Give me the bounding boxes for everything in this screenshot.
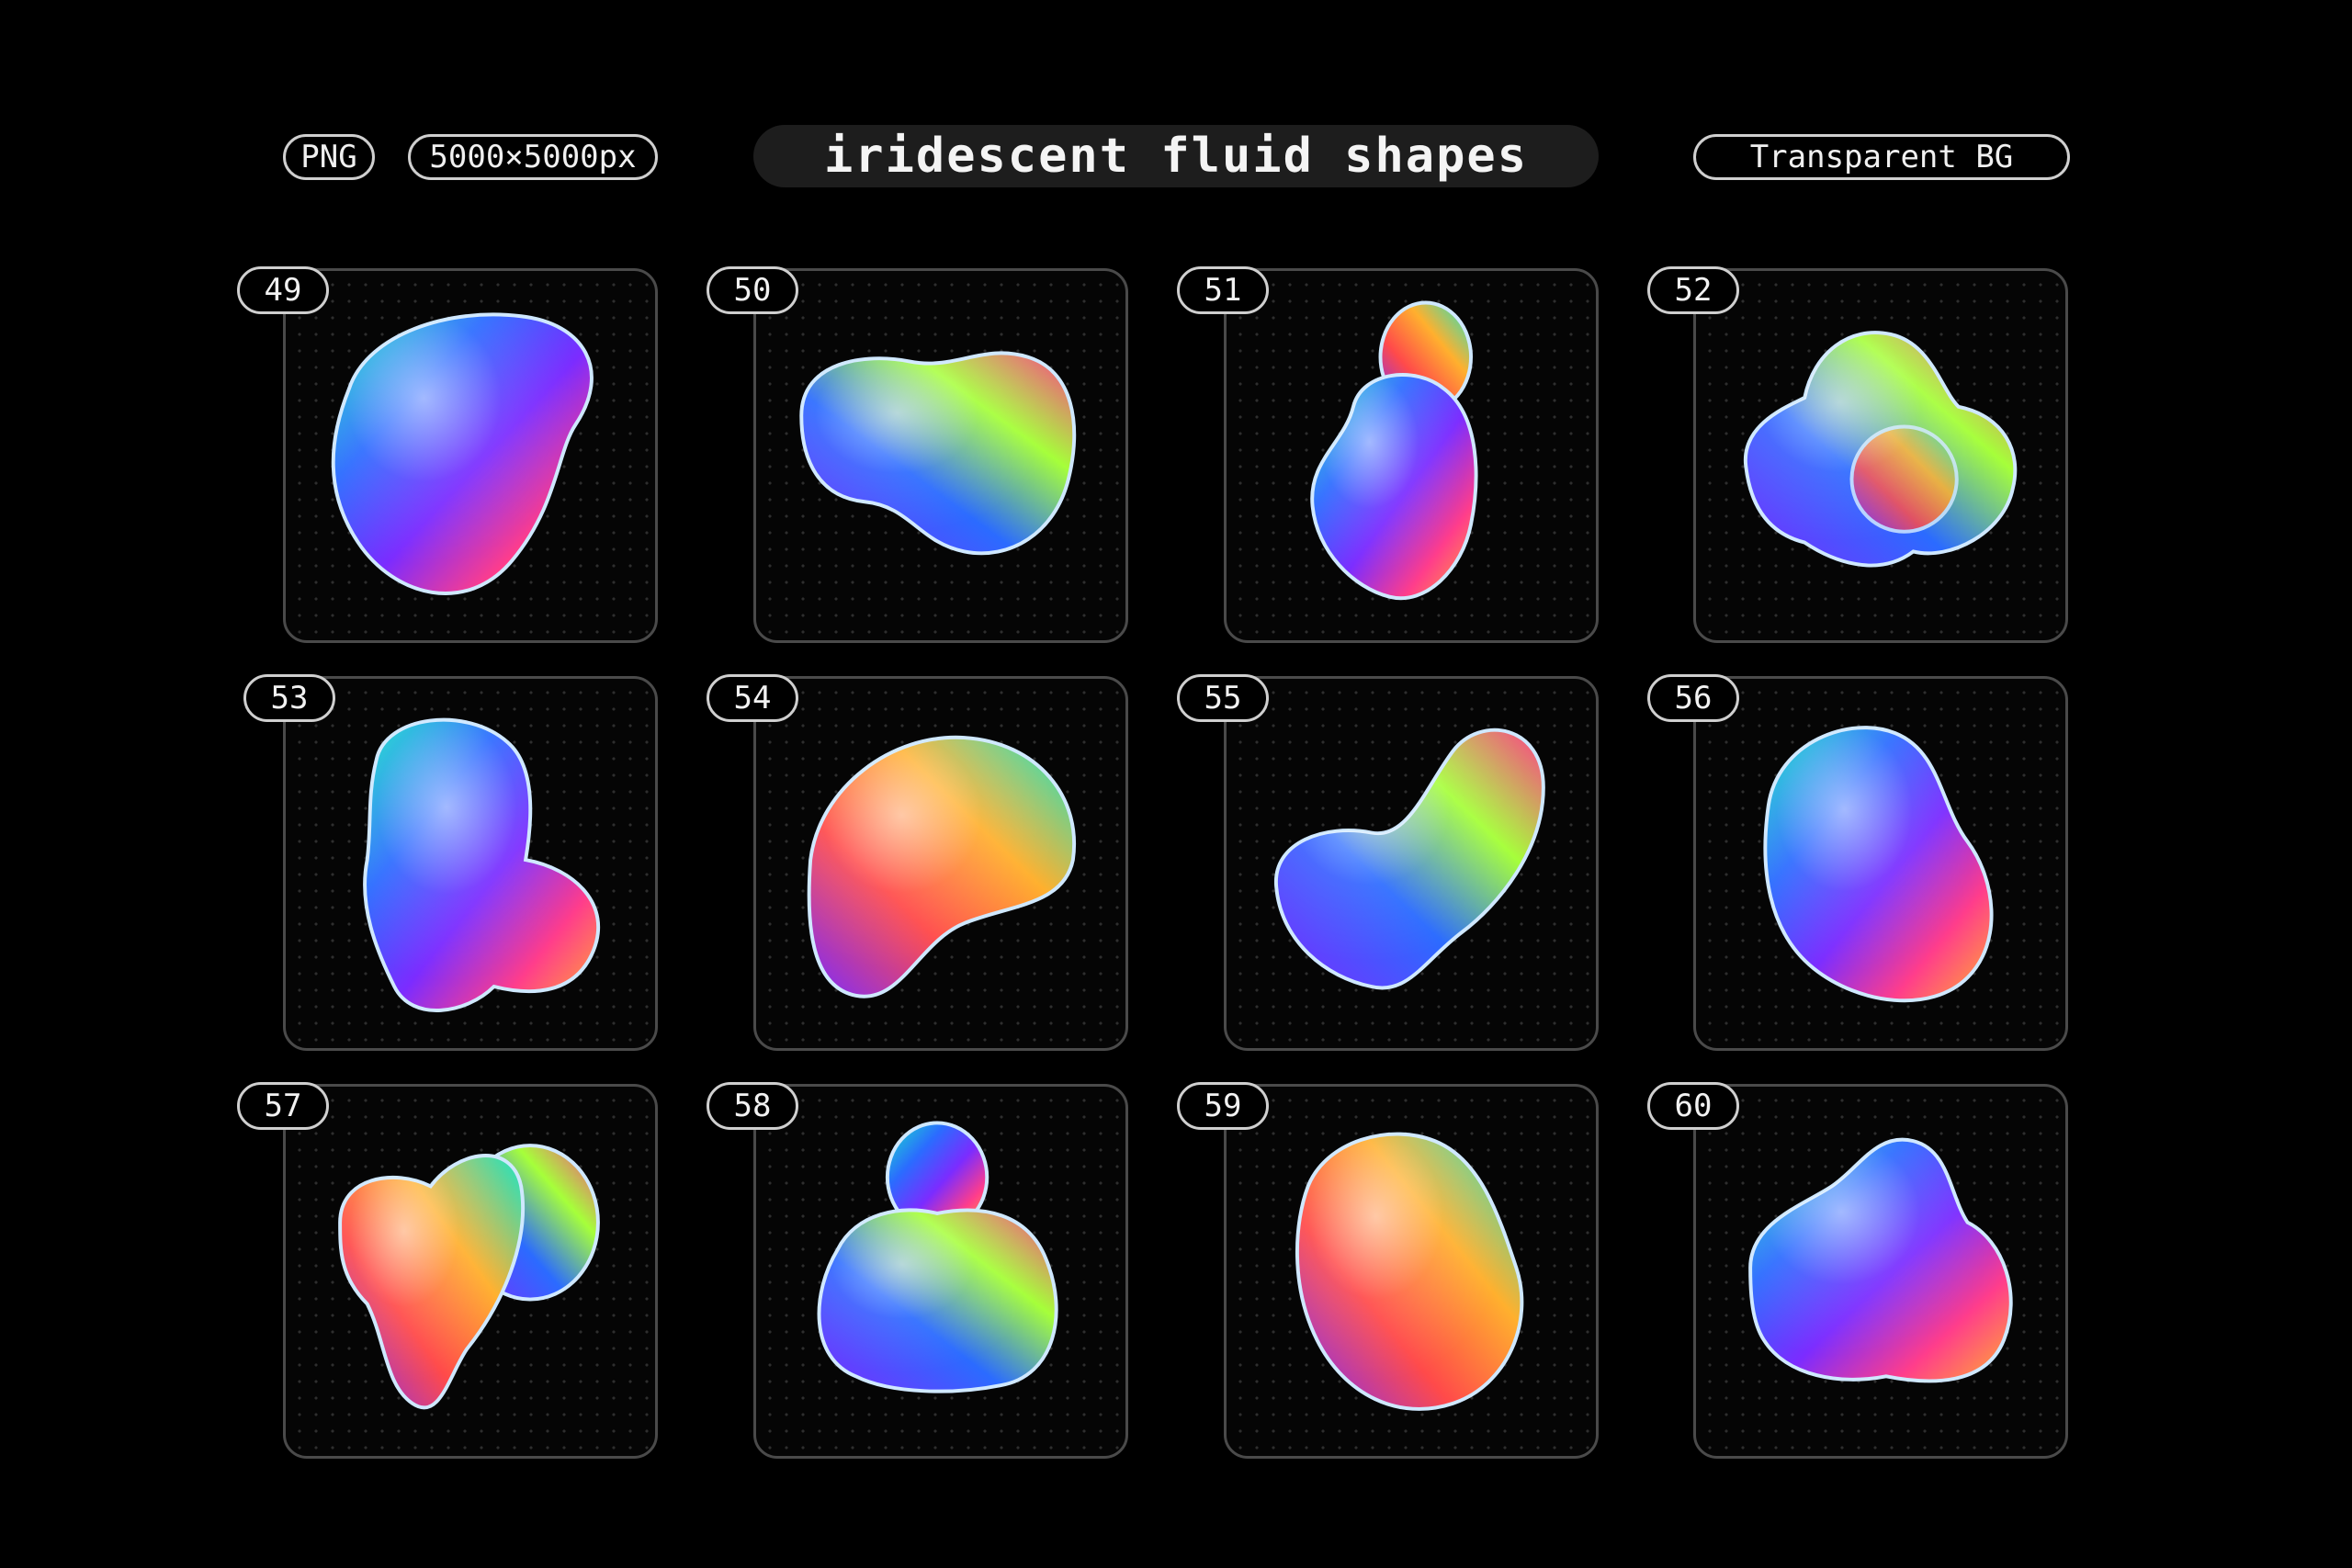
shape-number-badge: 49 xyxy=(237,266,329,314)
iridescent-blob-shape xyxy=(1763,726,1994,1003)
shape-number-badge: 55 xyxy=(1177,674,1269,722)
iridescent-blob-shape xyxy=(338,1144,600,1410)
shape-card xyxy=(753,268,1128,643)
shape-card xyxy=(283,676,658,1051)
shape-number-badge: 58 xyxy=(707,1082,798,1130)
shape-number-badge: 60 xyxy=(1647,1082,1739,1130)
iridescent-blob-shape xyxy=(1310,300,1478,601)
shape-number-badge: 50 xyxy=(707,266,798,314)
size-badge-label: 5000×5000px xyxy=(429,139,637,175)
shape-number-badge: 51 xyxy=(1177,266,1269,314)
iridescent-blob-shape xyxy=(1274,728,1545,990)
shape-number: 52 xyxy=(1674,272,1713,309)
shape-number: 60 xyxy=(1674,1088,1713,1124)
iridescent-blob-shape xyxy=(807,735,1076,998)
shape-card xyxy=(1693,1084,2068,1459)
shape-number-badge: 54 xyxy=(707,674,798,722)
size-badge: 5000×5000px xyxy=(408,134,658,180)
page-title: iridescent fluid shapes xyxy=(753,125,1599,187)
shape-card xyxy=(1693,676,2068,1051)
shape-number: 49 xyxy=(264,272,302,309)
transparent-bg-badge-label: Transparent BG xyxy=(1749,139,2014,175)
shape-number: 56 xyxy=(1674,680,1713,716)
iridescent-blob-shape xyxy=(1744,331,2018,568)
shape-card xyxy=(1224,1084,1599,1459)
shape-number: 57 xyxy=(264,1088,302,1124)
format-badge: PNG xyxy=(283,134,375,180)
shape-card xyxy=(1224,268,1599,643)
iridescent-blob-shape xyxy=(817,1121,1058,1393)
shape-number-badge: 59 xyxy=(1177,1082,1269,1130)
iridescent-blob-shape xyxy=(331,312,594,595)
shape-number-badge: 57 xyxy=(237,1082,329,1130)
shape-number: 50 xyxy=(733,272,772,309)
shape-card xyxy=(283,1084,658,1459)
shape-number-badge: 52 xyxy=(1647,266,1739,314)
format-badge-label: PNG xyxy=(300,139,357,175)
page-title-text: iridescent fluid shapes xyxy=(823,129,1529,184)
iridescent-blob-shape xyxy=(363,717,601,1012)
shape-number: 59 xyxy=(1204,1088,1242,1124)
shape-card xyxy=(1224,676,1599,1051)
shape-number: 53 xyxy=(270,680,309,716)
shape-number: 58 xyxy=(733,1088,772,1124)
shape-card xyxy=(753,676,1128,1051)
shape-card xyxy=(1693,268,2068,643)
shape-number-badge: 53 xyxy=(243,674,335,722)
iridescent-blob-shape xyxy=(1295,1132,1524,1411)
iridescent-blob-shape xyxy=(1748,1137,2013,1383)
shape-number: 54 xyxy=(733,680,772,716)
shape-card xyxy=(283,268,658,643)
iridescent-blob-shape xyxy=(799,351,1077,556)
shape-number: 55 xyxy=(1204,680,1242,716)
shape-card xyxy=(753,1084,1128,1459)
shape-number-badge: 56 xyxy=(1647,674,1739,722)
transparent-bg-badge: Transparent BG xyxy=(1693,134,2070,180)
shape-number: 51 xyxy=(1204,272,1242,309)
